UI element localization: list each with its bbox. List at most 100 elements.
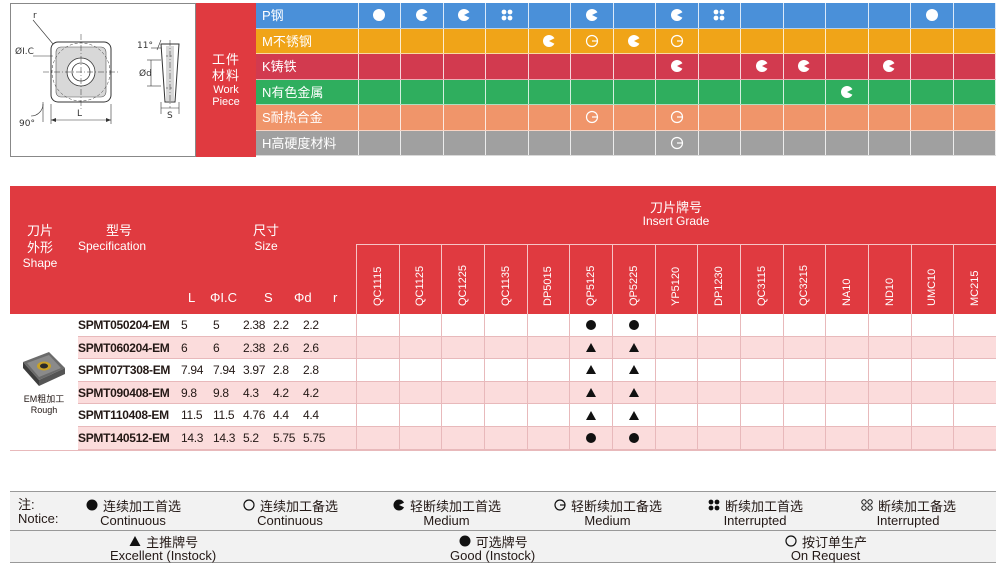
legend-item-zh: 轻断续加工首选 — [410, 499, 502, 514]
material-cell — [741, 28, 784, 53]
material-cell — [401, 79, 444, 104]
medium-first-icon — [628, 34, 642, 47]
grade-cell — [697, 427, 740, 449]
grade-cell — [782, 314, 826, 336]
material-cell — [826, 28, 869, 53]
grade-columns: QC1115 QC1125 QC1225 QC1135 DP5015 QP5125 QP52… — [356, 244, 996, 314]
grade-name: QC1125 — [414, 265, 427, 306]
medium-first-icon — [798, 60, 812, 73]
material-name: S耐热合金 — [256, 105, 359, 130]
material-cell — [359, 105, 402, 130]
row-spacer — [333, 359, 356, 381]
legend-item-en: Interrupted — [876, 513, 940, 528]
dimension-cell-d: 4.2 — [273, 385, 289, 400]
dimension-cell-s: 5.2 — [243, 431, 259, 445]
dimension-cell-d: 2.6 — [273, 340, 289, 355]
grade-cell — [782, 359, 826, 381]
legend-item-en: Interrupted — [723, 513, 787, 528]
material-cell — [869, 28, 912, 53]
diagram-label-angle90: 90° — [19, 119, 35, 129]
material-cell — [954, 79, 997, 104]
interrupted-first-icon — [713, 9, 725, 21]
workpiece-label-en-2: Piece — [212, 96, 240, 108]
grade-column-header: QC1125 — [398, 245, 442, 314]
material-cell — [656, 105, 699, 130]
good-instock-icon — [586, 319, 597, 330]
notice-row-1: 注: Notice: 连续加工首选 Continuous 连续加工备选 Continu… — [10, 491, 996, 531]
grade-name: QC3115 — [755, 265, 768, 306]
grade-cell — [654, 427, 698, 449]
dimension-cell-r: 4.2 — [303, 385, 319, 400]
header-grade: 刀片牌号 Insert Grade — [356, 200, 996, 228]
grade-cell — [782, 336, 826, 359]
table-row: SPMT050204-EM 5 5 2.38 2.2 2.2 — [78, 314, 996, 337]
material-cell — [486, 54, 529, 79]
row-spacer — [333, 427, 356, 449]
dimension-cell-d: 2.8 — [273, 363, 289, 378]
grade-column-header: NA10 — [825, 245, 868, 314]
grade-name: UMC10 — [926, 268, 939, 306]
dimension-cell-l: 9.8 — [181, 385, 197, 400]
notice-label-zh: 注: — [18, 497, 35, 512]
grade-cell — [483, 336, 527, 359]
material-cell — [869, 130, 912, 155]
grade-cell — [910, 336, 954, 359]
dimension-cell-l: 5 — [181, 318, 188, 332]
grade-cell — [867, 381, 911, 404]
grade-cell — [739, 404, 783, 426]
insert-drawing: r ØI.C Ød 11° 90° L S — [15, 11, 180, 129]
material-cell — [826, 130, 869, 155]
legend-item-en: Continuous — [257, 513, 323, 528]
open-cross-icon — [861, 499, 873, 511]
grade-cell — [825, 336, 868, 359]
dimension-cell-r: 2.8 — [303, 363, 319, 378]
material-row: M不锈钢 — [256, 28, 997, 54]
filled-cross-icon — [708, 499, 720, 511]
dimension-cell-r: 4.4 — [303, 408, 319, 423]
grade-cell — [782, 404, 826, 426]
material-cell — [656, 3, 699, 28]
model-cell: SPMT140512-EM — [78, 431, 170, 445]
material-cell — [401, 3, 444, 28]
good-instock-icon — [628, 319, 639, 330]
material-cell — [784, 105, 827, 130]
grade-cell — [526, 427, 570, 449]
material-cell — [699, 28, 742, 53]
dim-header-s: S — [264, 290, 273, 305]
continuous-first-icon — [373, 9, 386, 22]
grade-cell — [867, 427, 911, 449]
material-table: P钢 M不锈钢 K铸铁 N有色金属 S耐热合金 H高硬度材料 — [256, 3, 997, 157]
table-row: SPMT07T308-EM 7.94 7.94 3.97 2.8 2.8 — [78, 359, 996, 382]
grade-name: NA10 — [841, 278, 854, 306]
medium-first-icon — [670, 60, 684, 73]
diagram-label-l: L — [77, 109, 82, 119]
excellent-instock-icon — [586, 342, 597, 352]
table-bottom-divider — [10, 450, 996, 451]
medium-alternative-icon — [585, 34, 598, 47]
material-cell — [741, 105, 784, 130]
material-cell — [656, 28, 699, 53]
model-cell: SPMT050204-EM — [78, 318, 170, 332]
material-cell — [614, 79, 657, 104]
material-cell — [571, 3, 614, 28]
grade-cell — [910, 314, 954, 336]
grade-cell — [356, 404, 399, 426]
dimension-cell-s: 2.38 — [243, 340, 266, 355]
material-cell — [954, 130, 997, 155]
legend-item-en: Medium — [584, 513, 631, 528]
grade-cell — [356, 381, 399, 404]
diagram-label-ic: ØI.C — [15, 46, 34, 57]
grade-cell — [398, 404, 442, 426]
table-row: SPMT110408-EM 11.5 11.5 4.76 4.4 4.4 — [78, 404, 996, 427]
shape-cell: EM粗加工 Rough — [10, 314, 78, 450]
material-cell — [359, 28, 402, 53]
row-spacer — [333, 314, 356, 336]
notice-label: 注: Notice: — [18, 498, 58, 526]
material-cell — [741, 130, 784, 155]
legend-item-stock: 主推牌号 Excellent (Instock) — [110, 534, 216, 562]
grade-cell — [483, 427, 527, 449]
model-cell: SPMT060204-EM — [78, 340, 170, 355]
grade-column-header: UMC10 — [910, 245, 954, 314]
material-name: K铸铁 — [256, 54, 359, 79]
good-instock-icon — [586, 432, 597, 443]
